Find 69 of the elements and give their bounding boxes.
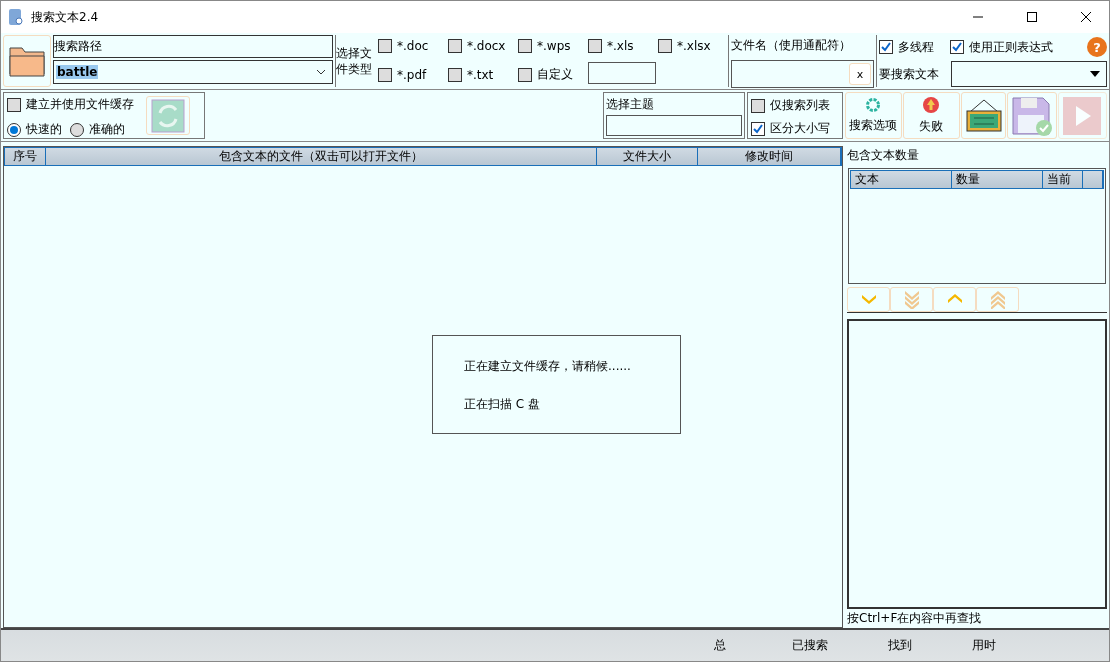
clear-button[interactable]: x (849, 63, 871, 85)
theme-combobox[interactable] (606, 115, 742, 136)
checkbox[interactable]: 建立并使用文件缓存 (7, 96, 134, 113)
checkbox[interactable]: 使用正则表达式 (950, 38, 1053, 56)
checkbox[interactable]: *.docx (448, 37, 518, 54)
panel-title: 包含文本数量 (847, 147, 920, 164)
check-mark-icon (880, 41, 892, 53)
checkbox[interactable]: *.xls (588, 37, 658, 54)
failed-button[interactable]: 失败 (902, 92, 960, 139)
path-combobox[interactable]: battle (53, 60, 333, 84)
checkbox[interactable]: *.txt (448, 62, 518, 87)
checkbox[interactable]: *.pdf (378, 62, 448, 87)
radio-option[interactable]: 快速的 (7, 121, 62, 138)
open-button[interactable] (960, 92, 1007, 139)
refresh-button[interactable] (146, 96, 190, 135)
navigate-button[interactable] (976, 287, 1019, 312)
checkbox[interactable]: 区分大小写 (751, 120, 839, 137)
navigate-button[interactable] (890, 287, 933, 312)
column-header[interactable]: 文件大小 (597, 148, 698, 165)
column-header[interactable]: 文本 (851, 171, 952, 188)
close-icon (1081, 12, 1091, 22)
column-header[interactable]: 修改时间 (698, 148, 841, 165)
status-label: 总 (714, 637, 727, 654)
dropdown-arrow-icon (1090, 71, 1100, 77)
floppy-check-icon (1010, 94, 1054, 137)
navigate-button[interactable] (933, 287, 976, 312)
hint-text: 按Ctrl+F在内容中再查找 (847, 610, 983, 627)
check-mark-icon (951, 41, 963, 53)
path-label: 搜索路径 (53, 35, 333, 58)
theme-label: 选择主题 (606, 96, 655, 113)
column-header[interactable]: 数量 (952, 171, 1043, 188)
progress-message: 正在扫描 C 盘 (464, 396, 541, 413)
checkbox[interactable]: 仅搜索列表 (751, 97, 839, 114)
gear-icon (865, 97, 882, 113)
file-name-label: 文件名（使用通配符） (731, 37, 852, 54)
column-header[interactable]: 序号 (5, 148, 46, 165)
window-title: 搜索文本2.4 (31, 8, 100, 26)
file-name-field[interactable]: x (731, 60, 874, 88)
column-header[interactable]: 包含文本的文件（双击可以打开文件） (46, 148, 597, 165)
check-mark-icon (752, 122, 764, 135)
minimize-icon (973, 16, 983, 18)
content-area[interactable] (847, 319, 1107, 609)
save-button[interactable] (1007, 92, 1057, 139)
open-sign-icon (963, 97, 1004, 134)
column-header[interactable]: 当前 (1043, 171, 1083, 188)
status-label: 用时 (972, 637, 997, 654)
search-options-button[interactable]: 搜索选项 (845, 92, 902, 139)
folder-icon (8, 44, 46, 78)
checkbox[interactable]: *.wps (518, 37, 588, 54)
status-label: 已搜索 (792, 637, 829, 654)
search-text-label: 要搜索文本 (879, 65, 939, 83)
checkbox[interactable]: *.doc (378, 37, 448, 54)
browse-folder-button[interactable] (3, 35, 51, 87)
checkbox[interactable]: 多线程 (879, 38, 934, 56)
search-text-combobox[interactable] (951, 61, 1107, 87)
custom-type-field[interactable] (588, 62, 656, 84)
checkbox[interactable]: *.xlsx (658, 37, 728, 54)
status-label: 找到 (888, 637, 913, 654)
radio-option[interactable]: 准确的 (70, 121, 125, 138)
progress-message: 正在建立文件缓存，请稍候...... (464, 358, 632, 375)
maximize-icon (1027, 12, 1037, 22)
checkbox[interactable]: 自定义 (518, 62, 588, 87)
chevron-down-icon (316, 69, 326, 75)
refresh-icon (151, 98, 185, 133)
play-icon (1063, 96, 1102, 135)
app-icon (9, 9, 23, 25)
file-type-label: 选择文件类型 (336, 45, 372, 77)
navigate-button[interactable] (847, 287, 890, 312)
alert-icon (922, 96, 941, 114)
